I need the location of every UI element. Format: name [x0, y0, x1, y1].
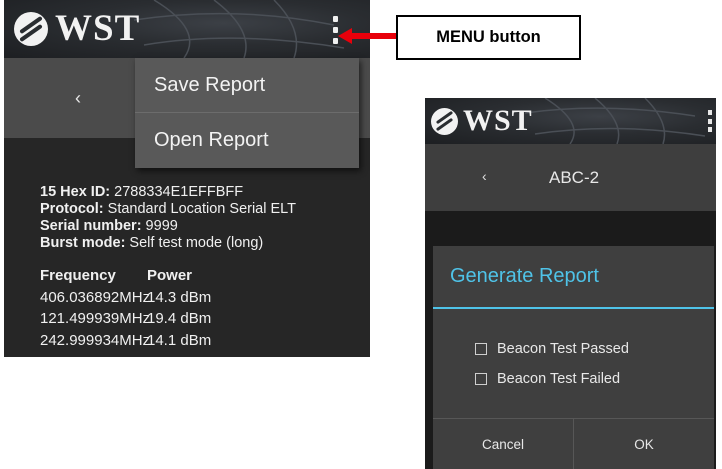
back-button[interactable]: ‹ — [75, 88, 81, 109]
checkbox-icon[interactable] — [475, 343, 487, 355]
wst-logo-icon — [14, 11, 48, 46]
dialog-buttons: Cancel OK — [433, 418, 714, 469]
kebab-dot-icon — [708, 110, 712, 115]
menu-button-callout: MENU button — [396, 15, 581, 60]
kebab-dot-icon — [708, 118, 712, 124]
burst-line: Burst mode: Self test mode (long) — [40, 235, 296, 252]
app-header: WST — [4, 0, 370, 58]
hex-id-line: 15 Hex ID: 2788334E1EFFBFF — [40, 184, 296, 201]
table-header: Frequency Power — [40, 265, 211, 287]
frequency-table: Frequency Power 406.036892MHz 14.3 dBm 1… — [40, 265, 211, 351]
power-cell: 14.3 dBm — [147, 288, 212, 306]
option-label: Beacon Test Failed — [497, 371, 621, 387]
power-cell: 19.4 dBm — [147, 310, 212, 328]
app-header: WST — [425, 98, 716, 144]
menu-item-open-report[interactable]: Open Report — [135, 113, 359, 168]
wst-logo-icon — [431, 107, 458, 135]
ok-button[interactable]: OK — [574, 419, 714, 469]
logo-text: WST — [55, 8, 141, 49]
serial-line: Serial number: 9999 — [40, 218, 296, 235]
cancel-button[interactable]: Cancel — [433, 419, 574, 469]
table-row: 242.999934MHz 14.1 dBm — [40, 330, 211, 352]
beacon-test-passed-option[interactable]: Beacon Test Passed — [475, 341, 629, 357]
burst-value: Self test mode (long) — [125, 235, 264, 251]
kebab-dot-icon — [332, 38, 338, 44]
frequency-cell: 406.036892MHz — [40, 288, 151, 306]
serial-label: Serial number: — [40, 218, 142, 234]
checkbox-icon[interactable] — [475, 373, 487, 385]
menu-button[interactable] — [708, 110, 714, 132]
serial-value: 9999 — [141, 218, 178, 234]
beacon-test-failed-option[interactable]: Beacon Test Failed — [475, 371, 620, 387]
kebab-dot-icon — [332, 16, 338, 22]
arrow-icon — [338, 28, 396, 44]
page-title: ABC-2 — [549, 168, 600, 187]
kebab-dot-icon — [708, 127, 712, 132]
column-header: Power — [147, 267, 193, 285]
hex-id-label: 15 Hex ID: — [40, 184, 111, 200]
power-cell: 14.1 dBm — [147, 331, 212, 349]
right-screenshot: WST ‹ ABC-2 Generate Report Beacon Test … — [425, 98, 716, 469]
protocol-value: Standard Location Serial ELT — [103, 201, 297, 217]
frequency-cell: 242.999934MHz — [40, 331, 151, 349]
table-row: 121.499939MHz 19.4 dBm — [40, 308, 211, 330]
overflow-menu: Save Report Open Report — [135, 58, 359, 168]
kebab-dot-icon — [332, 27, 338, 33]
generate-report-dialog: Generate Report Beacon Test Passed Beaco… — [433, 246, 714, 469]
logo-text: WST — [463, 104, 533, 137]
dialog-title: Generate Report — [450, 265, 599, 287]
wst-logo: WST — [431, 106, 533, 136]
protocol-label: Protocol: — [40, 201, 104, 217]
dialog-divider — [433, 307, 714, 309]
frequency-cell: 121.499939MHz — [40, 310, 151, 328]
option-label: Beacon Test Passed — [497, 341, 629, 357]
menu-item-save-report[interactable]: Save Report — [135, 58, 359, 113]
beacon-info: 15 Hex ID: 2788334E1EFFBFF Protocol: Sta… — [40, 184, 296, 252]
back-button[interactable]: ‹ — [482, 168, 487, 184]
wst-logo: WST — [14, 10, 140, 47]
left-screenshot: WST ‹ Save Report Open Report 15 Hex ID:… — [4, 0, 370, 357]
protocol-line: Protocol: Standard Location Serial ELT — [40, 201, 296, 218]
hex-id-value: 2788334E1EFFBFF — [110, 184, 244, 200]
column-header: Frequency — [40, 267, 116, 285]
burst-label: Burst mode: — [40, 235, 126, 251]
table-row: 406.036892MHz 14.3 dBm — [40, 287, 211, 309]
